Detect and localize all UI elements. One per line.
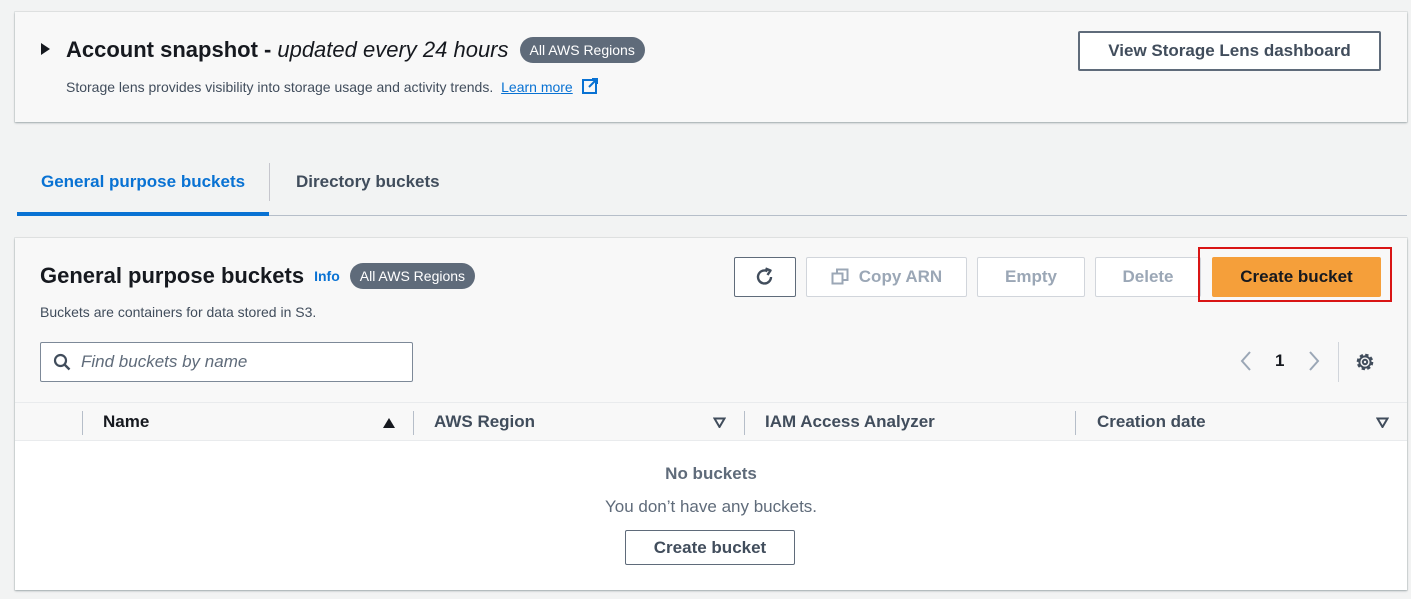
column-separator — [413, 411, 414, 435]
column-separator — [82, 411, 83, 435]
sort-descending-icon[interactable] — [1376, 417, 1389, 428]
learn-more-link[interactable]: Learn more — [501, 79, 573, 95]
buckets-table-panel: General purpose buckets Info All AWS Reg… — [15, 238, 1407, 590]
empty-state-title: No buckets — [665, 464, 757, 483]
copy-icon — [831, 268, 849, 285]
column-header-iam-access-analyzer: IAM Access Analyzer — [765, 412, 935, 431]
copy-arn-button[interactable]: Copy ARN — [806, 257, 967, 297]
column-header-creation-date[interactable]: Creation date — [1097, 412, 1206, 432]
buckets-description: Buckets are containers for data stored i… — [40, 304, 317, 320]
empty-state-create-bucket-button[interactable]: Create bucket — [625, 530, 795, 565]
snapshot-region-badge: All AWS Regions — [519, 37, 645, 63]
delete-button[interactable]: Delete — [1095, 257, 1201, 297]
tab-divider — [269, 163, 270, 201]
chevron-right-icon[interactable] — [1307, 349, 1321, 373]
column-separator — [1075, 411, 1076, 435]
refresh-button[interactable] — [734, 257, 796, 297]
snapshot-title[interactable]: Account snapshot - updated every 24 hour… — [66, 37, 645, 63]
search-icon — [53, 353, 71, 371]
table-header: Name AWS Region IAM Access Analyzer Crea… — [15, 402, 1407, 441]
refresh-icon — [756, 267, 773, 285]
external-link-icon[interactable] — [581, 77, 599, 95]
tab-directory-buckets[interactable]: Directory buckets — [296, 172, 440, 192]
sort-descending-icon[interactable] — [713, 417, 726, 428]
column-header-aws-region[interactable]: AWS Region — [434, 412, 535, 432]
settings-icon[interactable] — [1354, 351, 1376, 373]
info-link[interactable]: Info — [314, 268, 340, 284]
caret-right-icon[interactable] — [41, 43, 50, 55]
page-number[interactable]: 1 — [1275, 351, 1284, 371]
active-tab-indicator — [17, 212, 269, 216]
snapshot-title-text: Account snapshot - — [66, 37, 272, 62]
column-header-name[interactable]: Name — [103, 412, 149, 432]
column-separator — [744, 411, 745, 435]
copy-arn-label: Copy ARN — [858, 267, 943, 286]
tab-general-purpose-buckets[interactable]: General purpose buckets — [41, 172, 245, 192]
view-storage-lens-button[interactable]: View Storage Lens dashboard — [1078, 31, 1381, 71]
search-input[interactable] — [81, 352, 381, 372]
snapshot-subtitle: updated every 24 hours — [277, 37, 509, 62]
sort-ascending-icon[interactable] — [382, 417, 396, 429]
account-snapshot-panel: Account snapshot - updated every 24 hour… — [15, 12, 1407, 122]
search-field[interactable] — [40, 342, 413, 382]
create-bucket-button[interactable]: Create bucket — [1212, 257, 1381, 297]
empty-button[interactable]: Empty — [977, 257, 1085, 297]
buckets-region-badge: All AWS Regions — [349, 263, 476, 289]
snapshot-description-text: Storage lens provides visibility into st… — [66, 79, 494, 95]
snapshot-description: Storage lens provides visibility into st… — [66, 77, 599, 95]
pager-divider — [1338, 342, 1339, 382]
buckets-header: General purpose buckets Info All AWS Reg… — [40, 263, 476, 289]
empty-state-description: You don’t have any buckets. — [604, 497, 818, 516]
buckets-title: General purpose buckets — [40, 263, 305, 288]
chevron-left-icon[interactable] — [1239, 349, 1253, 373]
